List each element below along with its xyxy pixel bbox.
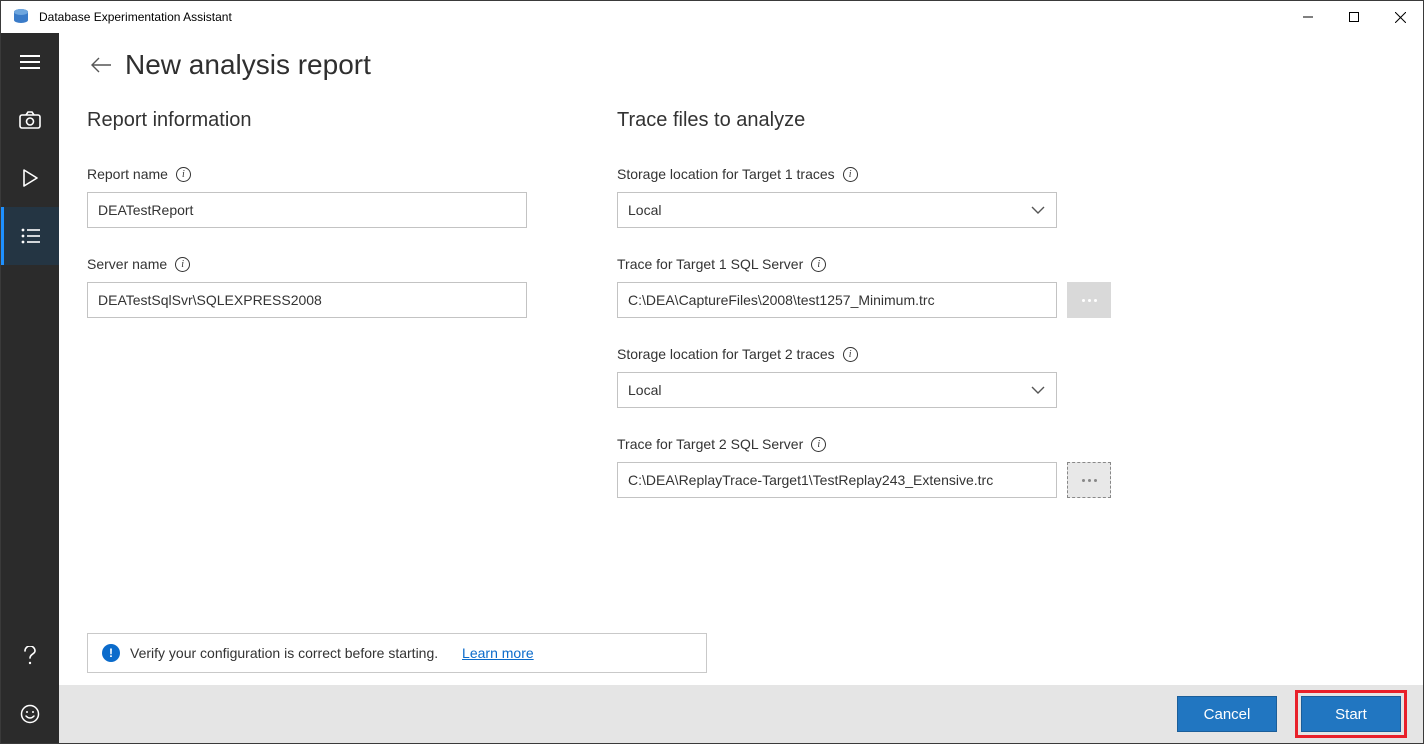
storage2-value: Local [628, 382, 661, 398]
server-name-label: Server name [87, 256, 167, 272]
trace2-browse-button[interactable] [1067, 462, 1111, 498]
learn-more-link[interactable]: Learn more [462, 645, 534, 661]
list-icon [20, 228, 40, 244]
trace1-input[interactable] [617, 282, 1057, 318]
help-icon [23, 646, 37, 666]
camera-icon [19, 111, 41, 129]
storage1-label: Storage location for Target 1 traces [617, 166, 835, 182]
ellipsis-icon [1082, 479, 1097, 482]
info-icon[interactable]: i [176, 167, 191, 182]
trace1-browse-button[interactable] [1067, 282, 1111, 318]
sidebar [1, 33, 59, 743]
maximize-icon [1349, 12, 1359, 22]
sidebar-analysis-button[interactable] [1, 207, 59, 265]
banner-text: Verify your configuration is correct bef… [130, 645, 438, 661]
info-banner: ! Verify your configuration is correct b… [87, 633, 707, 673]
report-name-label: Report name [87, 166, 168, 182]
info-icon[interactable]: i [175, 257, 190, 272]
trace2-input[interactable] [617, 462, 1057, 498]
back-arrow-icon [90, 57, 112, 73]
close-button[interactable] [1377, 1, 1423, 33]
sidebar-menu-button[interactable] [1, 33, 59, 91]
storage1-value: Local [628, 202, 661, 218]
report-name-input[interactable] [87, 192, 527, 228]
footer-bar: Cancel Start [59, 685, 1423, 743]
report-info-heading: Report information [87, 109, 527, 132]
cancel-button[interactable]: Cancel [1177, 696, 1277, 732]
storage2-select[interactable]: Local [617, 372, 1057, 408]
trace1-label: Trace for Target 1 SQL Server [617, 256, 803, 272]
storage2-label: Storage location for Target 2 traces [617, 346, 835, 362]
info-badge-icon: ! [102, 644, 120, 662]
info-icon[interactable]: i [811, 257, 826, 272]
smiley-icon [20, 704, 40, 724]
trace-files-heading: Trace files to analyze [617, 109, 1137, 132]
sidebar-capture-button[interactable] [1, 91, 59, 149]
info-icon[interactable]: i [811, 437, 826, 452]
title-bar: Database Experimentation Assistant [1, 1, 1423, 33]
start-button[interactable]: Start [1301, 696, 1401, 732]
info-icon[interactable]: i [843, 167, 858, 182]
trace2-label: Trace for Target 2 SQL Server [617, 436, 803, 452]
app-icon [11, 7, 31, 27]
info-icon[interactable]: i [843, 347, 858, 362]
main-content: New analysis report Report information R… [59, 33, 1423, 743]
sidebar-replay-button[interactable] [1, 149, 59, 207]
page-header: New analysis report [59, 33, 1423, 85]
ellipsis-icon [1082, 299, 1097, 302]
start-button-highlight: Start [1295, 690, 1407, 738]
sidebar-help-button[interactable] [1, 627, 59, 685]
play-icon [21, 169, 39, 187]
minimize-icon [1303, 12, 1313, 22]
storage1-select[interactable]: Local [617, 192, 1057, 228]
server-name-input[interactable] [87, 282, 527, 318]
maximize-button[interactable] [1331, 1, 1377, 33]
close-icon [1395, 12, 1406, 23]
minimize-button[interactable] [1285, 1, 1331, 33]
back-button[interactable] [87, 51, 115, 79]
window-title: Database Experimentation Assistant [39, 10, 232, 24]
page-title: New analysis report [125, 49, 371, 81]
hamburger-icon [20, 54, 40, 70]
app-window: Database Experimentation Assistant [0, 0, 1424, 744]
sidebar-feedback-button[interactable] [1, 685, 59, 743]
